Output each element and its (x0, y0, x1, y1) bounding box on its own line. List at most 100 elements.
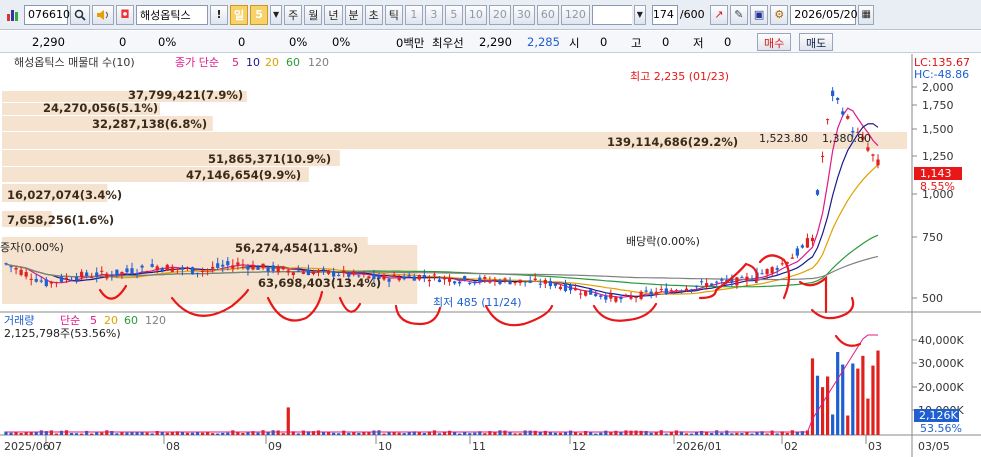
candle-body (760, 273, 764, 275)
settings-button[interactable]: ⚙ (770, 4, 789, 25)
search-button[interactable] (70, 4, 90, 25)
candle-body (770, 267, 774, 274)
candle-body (407, 275, 411, 277)
candle-body (447, 277, 452, 282)
stock-code-field[interactable]: 076610 (24, 4, 70, 25)
interval-3-button[interactable]: 3 (424, 4, 443, 25)
candle-body (664, 288, 668, 295)
period-day-button[interactable]: 일 (230, 4, 249, 25)
interval-5-button[interactable]: 5 (444, 4, 463, 25)
save-button[interactable]: ▣ (749, 4, 769, 25)
volume-bar (226, 432, 230, 435)
candle-body (4, 263, 8, 265)
period-tick-button[interactable]: 틱 (384, 4, 403, 25)
candle-body (710, 283, 714, 286)
candle-body (654, 291, 658, 294)
volume-bar (639, 430, 643, 435)
candle-body (246, 266, 250, 270)
volume-bar (447, 430, 452, 435)
volume-bar (558, 432, 563, 435)
interval-1-button[interactable]: 1 (404, 4, 423, 25)
date-axis-label: 10 (378, 440, 392, 453)
period-value-field[interactable]: 5 (250, 4, 269, 25)
period-minute-button[interactable]: 분 (344, 4, 363, 25)
volume-legend-ma60: 60 (124, 314, 138, 327)
volume-bar (508, 432, 512, 435)
candle-body (841, 111, 845, 115)
interval-20-button[interactable]: 20 (488, 4, 511, 25)
volume-bar (352, 432, 356, 435)
volume-bar (64, 430, 69, 435)
volume-bar (634, 430, 638, 435)
stock-chart[interactable]: 63,698,403(13.4%) 56,274,454(11.8%) 7,658,… (0, 54, 981, 457)
volume-bar (39, 430, 43, 435)
indicator-button[interactable]: ✎ (729, 4, 748, 25)
candle-body (382, 274, 386, 280)
price-axis-tick: 1,500 (922, 123, 954, 136)
candle-body (548, 280, 552, 287)
candle-body (543, 280, 547, 284)
current-volume-value: 2,126K (919, 409, 958, 422)
volume-bar (362, 432, 366, 435)
candle-body (795, 248, 799, 256)
price-axis-tick: 1,750 (922, 99, 954, 112)
volume-bar (498, 430, 502, 435)
volume-profile-label: 24,270,056(5.1%) (43, 101, 158, 115)
alert-button[interactable]: ! (210, 4, 228, 25)
volume-axis-tick: 20,000K (918, 381, 964, 394)
candle-body (251, 264, 255, 270)
data-count-field[interactable]: 174 (651, 4, 678, 25)
volume-bar (357, 432, 361, 435)
interval-120-button[interactable]: 120 (560, 4, 590, 25)
period-dropdown[interactable]: ▼ (270, 4, 283, 25)
candle-body (54, 282, 59, 284)
buy-button[interactable]: 매수 (757, 33, 792, 51)
candle-body (644, 290, 648, 292)
candle-body (689, 289, 694, 291)
interval-dropdown[interactable]: ▼ (633, 4, 646, 25)
candle-body (478, 277, 482, 282)
date-axis-label: 02 (784, 440, 798, 453)
quote-high-value: 0 (662, 35, 670, 49)
date-field[interactable]: 2026/05/20 (790, 4, 858, 25)
interval-60-button[interactable]: 60 (536, 4, 559, 25)
price-axis-tick: 1,250 (922, 150, 954, 163)
interval-custom-field[interactable] (591, 4, 632, 25)
volume-bar (841, 364, 845, 435)
speaker-button[interactable] (92, 4, 114, 25)
volume-bar (221, 432, 225, 435)
period-month-button[interactable]: 월 (304, 4, 323, 25)
gear-icon: ⚙ (774, 8, 785, 21)
interval-30-button[interactable]: 30 (512, 4, 535, 25)
candle-body (765, 269, 769, 275)
current-change: 8.55% (920, 180, 955, 193)
price-axis-tick: 750 (922, 231, 943, 244)
candle-body (190, 267, 195, 275)
period-second-button[interactable]: 초 (364, 4, 383, 25)
low-annotation: 최저 485 (11/24) (433, 296, 522, 309)
tag-button[interactable]: ◘ (116, 4, 134, 25)
quote-volume: 0 (238, 35, 246, 49)
chevron-down-icon: ▼ (273, 10, 280, 19)
drawing-tool-button[interactable]: ↗ (709, 4, 728, 25)
candle-body (442, 277, 447, 280)
interval-10-button[interactable]: 10 (464, 4, 487, 25)
volume-legend-ma20: 20 (104, 314, 118, 327)
volume-bar (321, 432, 326, 435)
stock-name-field[interactable]: 해성옵틱스 (136, 4, 208, 25)
period-year-button[interactable]: 년 (324, 4, 343, 25)
candle-body (427, 279, 431, 282)
period-week-button[interactable]: 주 (284, 4, 303, 25)
volume-bar (710, 432, 714, 435)
calendar-button[interactable]: ▦ (858, 4, 875, 25)
volume-bar (871, 365, 875, 435)
bar-chart-icon[interactable] (4, 5, 22, 25)
candle-body (619, 297, 623, 300)
volume-bar (231, 430, 235, 435)
volume-bar (377, 430, 381, 435)
candle-body (9, 266, 13, 268)
candle-body (261, 263, 265, 268)
candle-body (508, 281, 512, 285)
volume-bar (200, 432, 205, 435)
sell-button[interactable]: 매도 (799, 33, 834, 51)
